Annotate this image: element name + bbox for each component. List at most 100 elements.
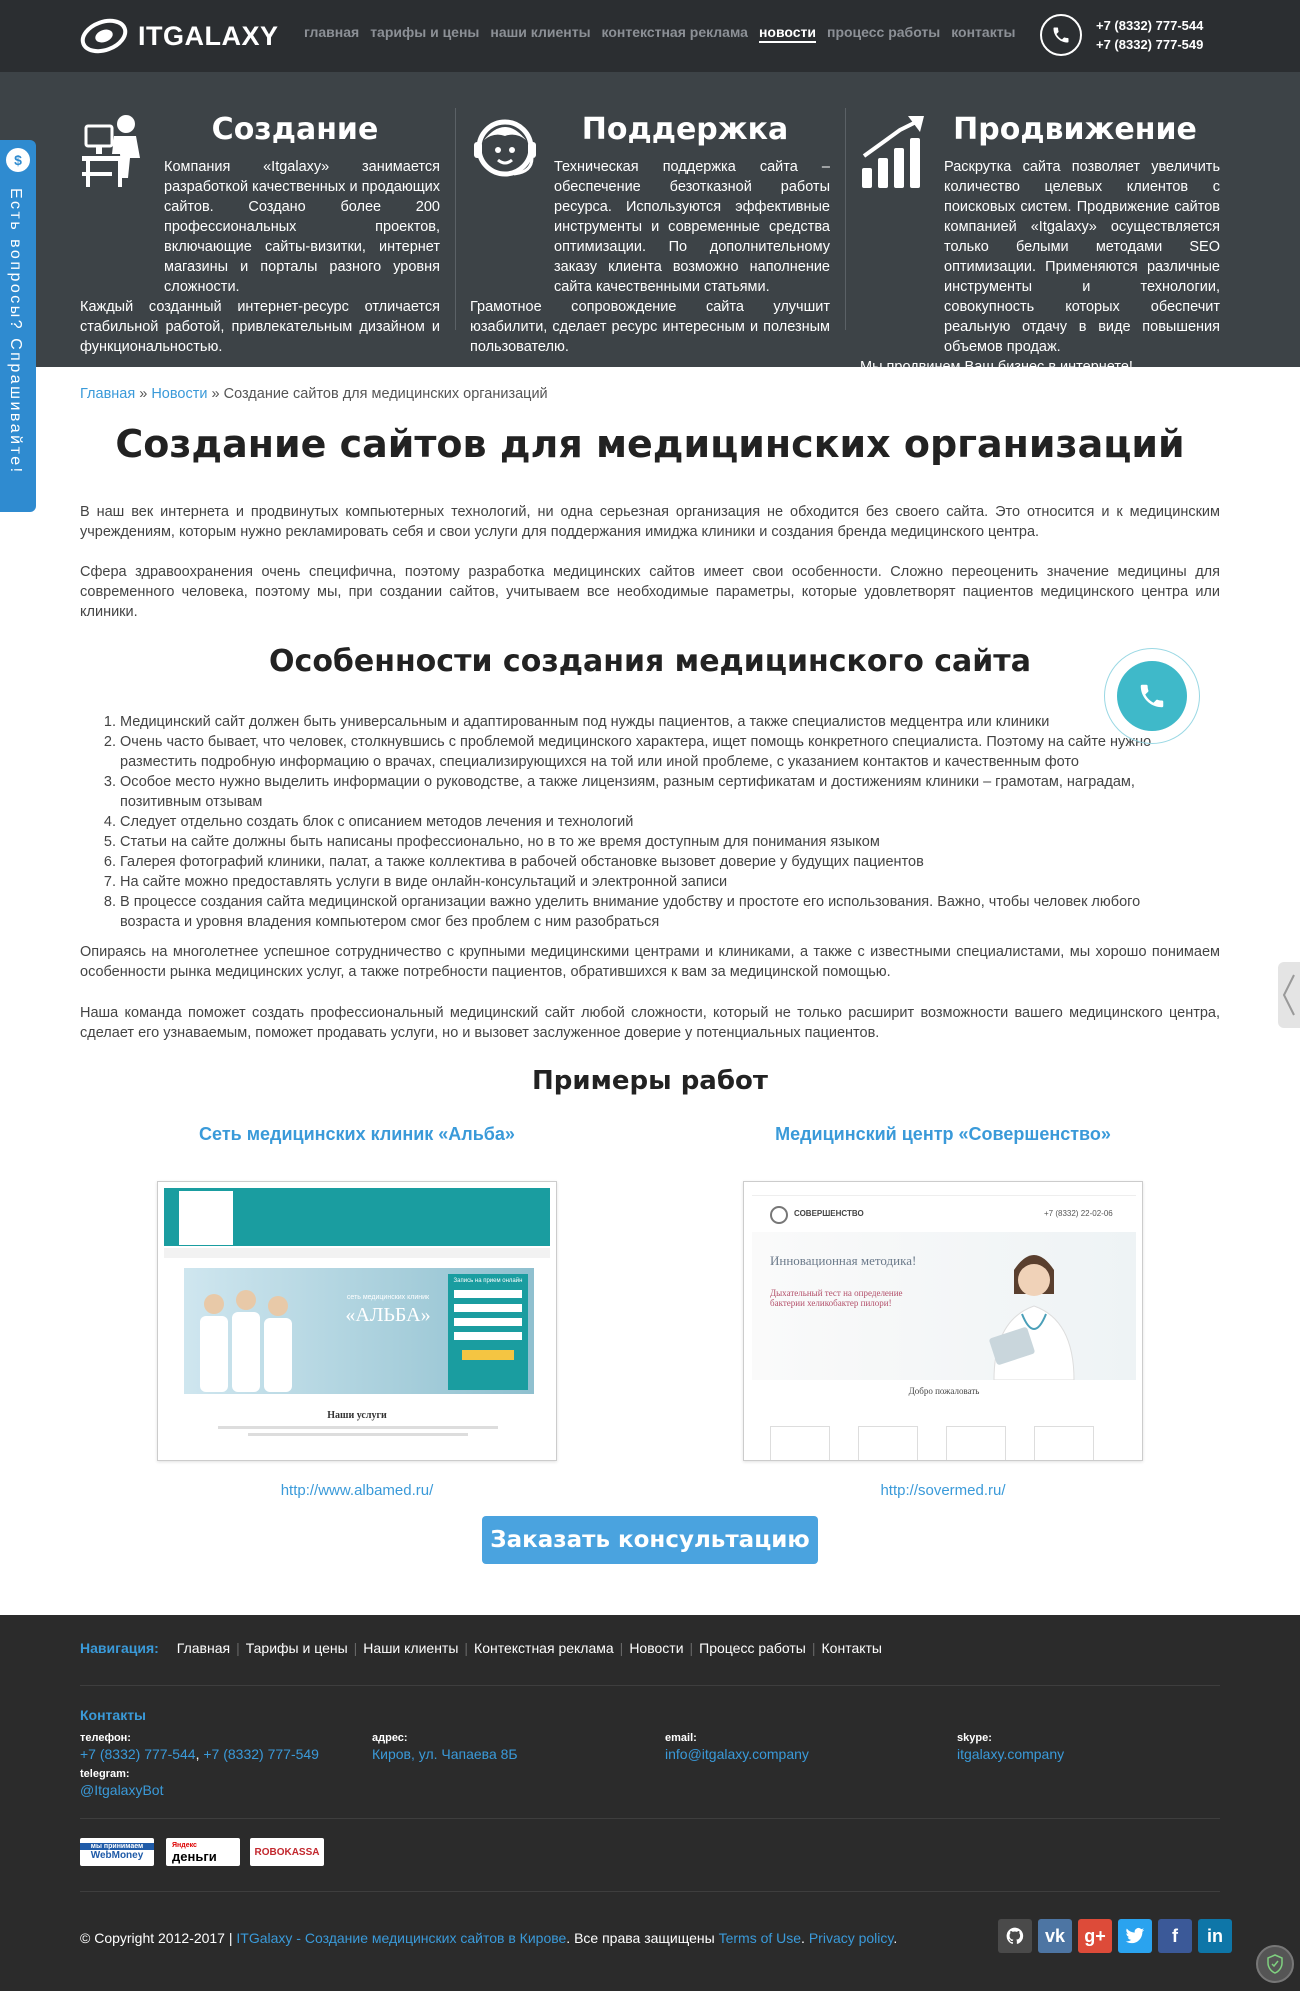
site-logo[interactable]: ITGALAXY	[80, 14, 279, 58]
breadcrumb-news[interactable]: Новости	[151, 386, 207, 402]
contact-skype: skype: itgalaxy.company	[957, 1732, 1237, 1768]
footer-nav-item[interactable]: Новости	[629, 1640, 683, 1656]
phone-numbers: +7 (8332) 777-544 +7 (8332) 777-549	[1096, 16, 1203, 54]
nav-item-contacts[interactable]: контакты	[951, 24, 1015, 43]
footer-nav-item[interactable]: Главная	[177, 1640, 230, 1656]
shot-card	[770, 1426, 830, 1460]
robokassa-badge[interactable]: ROBOKASSA	[250, 1838, 324, 1866]
text-line	[248, 1433, 468, 1436]
divider	[455, 108, 456, 330]
shot-logo	[770, 1206, 788, 1224]
phone-link[interactable]: +7 (8332) 777-549	[203, 1746, 319, 1762]
address-link[interactable]: Киров, ул. Чапаева 8Б	[372, 1746, 652, 1762]
footer-nav-item[interactable]: Наши клиенты	[363, 1640, 458, 1656]
skype-link[interactable]: itgalaxy.company	[957, 1746, 1237, 1762]
contact-address: адрес: Киров, ул. Чапаева 8Б	[372, 1732, 652, 1768]
callback-button[interactable]	[1104, 648, 1200, 744]
case-link[interactable]: http://www.albamed.ru/	[157, 1482, 557, 1499]
logo-text: ITGALAXY	[138, 20, 279, 51]
list-item: Медицинский сайт должен быть универсальн…	[120, 712, 1190, 732]
footer-nav-item[interactable]: Контакты	[822, 1640, 882, 1656]
nav-item-pricing[interactable]: тарифы и цены	[370, 24, 479, 43]
feature-creation: Создание Компания «Itgalaxy» занимается …	[80, 112, 440, 357]
divider: |	[811, 1640, 816, 1656]
phone-label: телефон:	[80, 1732, 131, 1744]
shot-logo	[178, 1190, 234, 1246]
feature-promotion: Продвижение Раскрутка сайта позволяет ув…	[860, 112, 1220, 377]
banner-subtitle: сеть медицинских клиник	[346, 1294, 430, 1301]
support-headset-icon	[470, 112, 540, 190]
breadcrumb-home[interactable]: Главная	[80, 386, 135, 402]
list-item: Галерея фотографий клиники, палат, а так…	[120, 852, 1190, 872]
case-link[interactable]: http://sovermed.ru/	[743, 1482, 1143, 1499]
form-button	[462, 1350, 514, 1360]
googleplus-icon[interactable]: g+	[1078, 1919, 1112, 1953]
shot-topline	[752, 1188, 1136, 1196]
footer-nav: Навигация: Главная | Тарифы и цены | Наши …	[80, 1640, 882, 1656]
facebook-icon[interactable]: f	[1158, 1919, 1192, 1953]
footer-nav-item[interactable]: Процесс работы	[699, 1640, 806, 1656]
doctor-image	[974, 1242, 1094, 1381]
footer-divider	[80, 1891, 1220, 1892]
list-item: Особое место нужно выделить информации о…	[120, 772, 1190, 812]
privacy-link[interactable]: Privacy policy	[809, 1930, 894, 1946]
phone-icon[interactable]	[1040, 14, 1082, 56]
nav-item-process[interactable]: процесс работы	[827, 24, 940, 43]
email-link[interactable]: info@itgalaxy.company	[665, 1746, 945, 1762]
social-links: vk g+ f in	[998, 1919, 1232, 1953]
phone-icon	[1117, 661, 1187, 731]
shield-icon[interactable]	[1256, 1945, 1294, 1983]
terms-link[interactable]: Terms of Use	[719, 1930, 801, 1946]
phone-number[interactable]: +7 (8332) 777-544	[1096, 16, 1203, 35]
github-icon[interactable]	[998, 1919, 1032, 1953]
form-title: Запись на прием онлайн	[453, 1278, 523, 1284]
form-field	[454, 1318, 522, 1326]
divider: |	[689, 1640, 694, 1656]
telegram-link[interactable]: @ItgalaxyBot	[80, 1782, 360, 1798]
contact-phone: телефон: +7 (8332) 777-544, +7 (8332) 77…	[80, 1732, 360, 1804]
linkedin-icon[interactable]: in	[1198, 1919, 1232, 1953]
copyright-mid: . Все права защищены	[566, 1930, 719, 1946]
phone-number[interactable]: +7 (8332) 777-549	[1096, 35, 1203, 54]
list-item: В процессе создания сайта медицинской ор…	[120, 892, 1190, 932]
case-screenshot-sovershenstvo[interactable]: СОВЕРШЕНСТВО +7 (8332) 22-02-06 Инноваци…	[743, 1181, 1143, 1461]
case-screenshot-alba[interactable]: сеть медицинских клиник «АЛЬБА» Запись н…	[157, 1181, 557, 1461]
chevron-left-icon[interactable]	[1278, 962, 1300, 1028]
divider	[845, 108, 846, 330]
copyright-link[interactable]: ITGalaxy - Создание медицинских сайтов в…	[236, 1930, 566, 1946]
shot-card	[946, 1426, 1006, 1460]
galaxy-logo-icon	[80, 16, 128, 56]
feature-text: Каждый созданный интернет-ресурс отличае…	[80, 299, 440, 355]
vk-icon[interactable]: vk	[1038, 1919, 1072, 1953]
feature-support: Поддержка Техническая поддержка сайта – …	[470, 112, 830, 357]
case-title[interactable]: Медицинский центр «Совершенство»	[743, 1124, 1143, 1145]
footer-nav-item[interactable]: Тарифы и цены	[246, 1640, 348, 1656]
yandex-money-badge[interactable]: Яндекс деньги	[166, 1838, 240, 1866]
yandex-label: деньги	[172, 1848, 217, 1864]
nav-item-context-ads[interactable]: контекстная реклама	[602, 24, 748, 43]
list-item: Статьи на сайте должны быть написаны про…	[120, 832, 1190, 852]
footer-nav-item[interactable]: Контекстная реклама	[474, 1640, 614, 1656]
nav-item-clients[interactable]: наши клиенты	[490, 24, 590, 43]
examples-title: Примеры работ	[532, 1066, 768, 1096]
separator: .	[893, 1930, 898, 1946]
copyright-prefix: © Copyright 2012-2017 |	[80, 1930, 237, 1946]
form-field	[454, 1332, 522, 1340]
webmoney-badge[interactable]: мы принимаем WebMoney	[80, 1838, 154, 1866]
nav-item-news[interactable]: новости	[758, 24, 816, 43]
order-consultation-button[interactable]: Заказать консультацию	[482, 1516, 818, 1564]
list-item: Следует отдельно создать блок с описание…	[120, 812, 1190, 832]
breadcrumb: Главная » Новости » Создание сайтов для …	[80, 386, 548, 402]
nav-item-home[interactable]: главная	[304, 24, 359, 43]
case-title[interactable]: Сеть медицинских клиник «Альба»	[157, 1124, 557, 1145]
phone-link[interactable]: +7 (8332) 777-544	[80, 1746, 196, 1762]
footer-divider	[80, 1818, 1220, 1819]
growth-chart-icon	[860, 112, 930, 190]
twitter-icon[interactable]	[1118, 1919, 1152, 1953]
email-label: email:	[665, 1732, 697, 1744]
form-field	[454, 1290, 522, 1298]
dollar-icon: $	[6, 148, 30, 172]
form-field	[454, 1304, 522, 1312]
shot-card	[1034, 1426, 1094, 1460]
questions-side-tab[interactable]: $ Есть вопросы? Спрашивайте!	[0, 140, 36, 512]
